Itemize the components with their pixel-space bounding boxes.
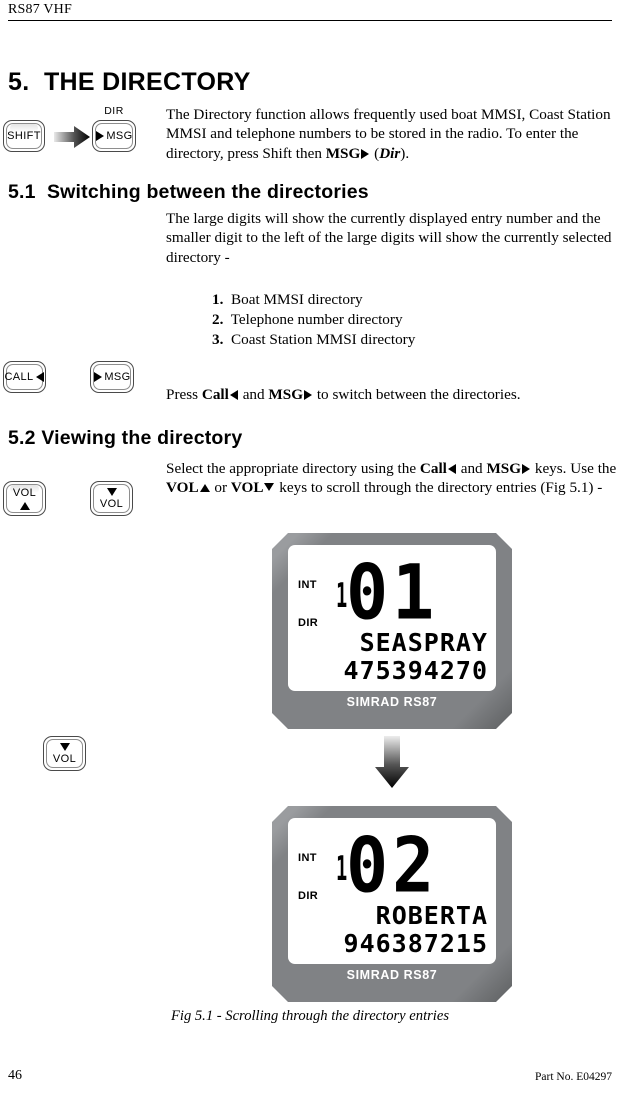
- section-5-paragraph-tail: (: [370, 144, 380, 162]
- instruction-call: Call: [201, 386, 229, 403]
- header-rule: [8, 20, 612, 21]
- instruction-vol-down: VOL: [230, 479, 264, 497]
- header-title: RS87 VHF: [8, 2, 72, 17]
- lcd-entry-name: ROBERTA: [375, 901, 488, 930]
- list-item: 2. Telephone number directory: [212, 310, 612, 330]
- key-msg[interactable]: MSG: [90, 361, 134, 393]
- triangle-left-icon: [229, 390, 238, 400]
- section-5-1-instruction: Press Call and MSG to switch between the…: [166, 385, 618, 404]
- list-item: 1. Boat MMSI directory: [212, 290, 612, 310]
- triangle-right-icon: [522, 464, 531, 474]
- triangle-right-icon: [96, 131, 105, 141]
- lcd-screen: INT DIR 1 01 SEASPRAY 475394270: [288, 545, 496, 691]
- key-call[interactable]: CALL: [3, 361, 46, 393]
- key-msg-label: MSG: [104, 371, 131, 383]
- key-call-label: CALL: [4, 371, 34, 383]
- list-item: 3. Coast Station MMSI directory: [212, 330, 612, 350]
- section-5-2-instruction: Select the appropriate directory using t…: [166, 459, 618, 498]
- lcd-display-2: INT DIR 1 02 ROBERTA 946387215 SIMRAD RS…: [272, 806, 512, 1002]
- instruction-mid2: keys. Use the: [531, 460, 617, 477]
- triangle-down-icon: [59, 742, 70, 751]
- triangle-up-icon: [19, 501, 30, 510]
- flow-arrow-down-icon: [375, 736, 409, 788]
- key-call-inner: CALL: [4, 371, 44, 383]
- key-vol-down[interactable]: VOL: [90, 481, 133, 516]
- directory-type-list: 1. Boat MMSI directory 2. Telephone numb…: [212, 290, 612, 349]
- key-msg-cap-label: DIR: [104, 105, 124, 117]
- instruction-mid: and: [238, 386, 269, 403]
- triangle-right-icon: [361, 148, 370, 159]
- lcd-dir-annunciator: DIR: [298, 617, 319, 629]
- brand-label: SIMRAD RS87: [346, 968, 438, 982]
- lcd-int-annunciator: INT: [298, 579, 317, 591]
- lcd-entry-number: 01: [346, 548, 439, 638]
- triangle-left-icon: [447, 464, 456, 474]
- lcd-screen: INT DIR 1 02 ROBERTA 946387215: [288, 818, 496, 964]
- key-vol-down-2[interactable]: VOL: [43, 736, 86, 771]
- section-5-paragraph-end: ).: [400, 144, 410, 162]
- key-msg-dir[interactable]: MSG: [92, 120, 136, 152]
- key-vol-down-2-inner: VOL: [52, 742, 77, 765]
- list-item-number: 3.: [212, 330, 224, 348]
- section-5-paragraph-msg: MSG: [325, 144, 361, 162]
- instruction-msg: MSG: [486, 460, 522, 477]
- instruction-call: Call: [419, 460, 447, 477]
- key-vol-down-inner: VOL: [99, 487, 124, 510]
- flow-arrow-right-icon: [54, 126, 90, 148]
- instruction-msg: MSG: [268, 386, 304, 403]
- list-item-label: Boat MMSI directory: [230, 291, 363, 308]
- triangle-right-icon: [94, 372, 103, 382]
- running-header: RS87 VHF: [8, 2, 612, 21]
- figure-caption: Fig 5.1 - Scrolling through the director…: [170, 1008, 450, 1024]
- instruction-post: to switch between the directories.: [313, 386, 521, 403]
- lcd-entry-number-value: 946387215: [343, 929, 488, 958]
- triangle-down-icon: [106, 487, 117, 496]
- instruction-mid3: or: [210, 479, 231, 497]
- list-item-label: Coast Station MMSI directory: [230, 330, 416, 348]
- lcd-entry-name: SEASPRAY: [359, 628, 488, 657]
- key-vol-down-2-label: VOL: [52, 752, 77, 765]
- section-5-paragraph-dir: Dir: [379, 144, 401, 162]
- key-vol-up-inner: VOL: [12, 486, 37, 510]
- key-shift[interactable]: SHIFT: [3, 120, 45, 152]
- key-vol-down-label: VOL: [99, 497, 124, 510]
- list-item-label: Telephone number directory: [230, 310, 403, 328]
- key-msg-inner: MSG: [93, 371, 130, 383]
- key-vol-up-label: VOL: [12, 486, 37, 499]
- lcd-display-1: INT DIR 1 01 SEASPRAY 475394270 SIMRAD R…: [272, 533, 512, 729]
- lcd-int-annunciator: INT: [298, 852, 317, 864]
- list-item-number: 1.: [212, 291, 224, 308]
- triangle-left-icon: [35, 372, 44, 382]
- instruction-pre: Select the appropriate directory using t…: [166, 460, 420, 477]
- section-5-1-paragraph: The large digits will show the currently…: [166, 210, 612, 266]
- list-item-number: 2.: [212, 310, 224, 328]
- lcd-dir-annunciator: DIR: [298, 890, 319, 902]
- triangle-up-icon: [199, 484, 210, 493]
- section-5-heading: 5. THE DIRECTORY: [8, 68, 251, 96]
- instruction-pre: Press: [166, 386, 202, 403]
- section-5-2-heading: 5.2 Viewing the directory: [8, 427, 243, 449]
- section-5-1-heading: 5.1 Switching between the directories: [8, 181, 369, 203]
- lcd-entry-number-value: 475394270: [343, 656, 488, 685]
- instruction-vol-up: VOL: [166, 479, 199, 497]
- part-number: Part No. E04297: [535, 1071, 612, 1083]
- instruction-post: keys to scroll through the directory ent…: [275, 479, 603, 497]
- section-5-paragraph: The Directory function allows frequently…: [166, 105, 612, 163]
- key-shift-label: SHIFT: [7, 130, 41, 142]
- key-msg-dir-label: MSG: [106, 130, 133, 142]
- key-msg-dir-inner: MSG: [95, 130, 132, 142]
- brand-label: SIMRAD RS87: [346, 695, 438, 709]
- instruction-mid1: and: [456, 460, 487, 477]
- triangle-down-icon: [264, 483, 275, 492]
- triangle-right-icon: [304, 390, 313, 400]
- key-vol-up[interactable]: VOL: [3, 481, 46, 516]
- page-number: 46: [8, 1068, 22, 1083]
- lcd-entry-number: 02: [346, 821, 439, 911]
